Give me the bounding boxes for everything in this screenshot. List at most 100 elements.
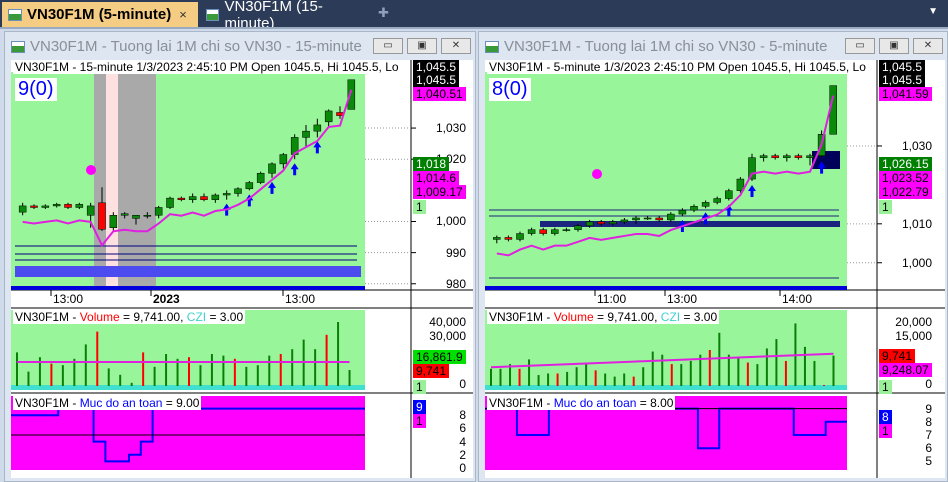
candle	[620, 219, 629, 223]
price-tick-label: 1,030	[435, 121, 466, 136]
price-tag: 1,045.5	[413, 60, 460, 74]
candle	[18, 205, 27, 213]
signal-counter: 9(0)	[15, 78, 57, 101]
price-tag: 1,041.59	[879, 87, 932, 101]
tab-dropdown-icon[interactable]: ▼	[928, 6, 938, 17]
price-tag: 1,023.52	[879, 171, 932, 185]
price-tick-label: 1,000	[435, 214, 466, 229]
document-tab-bar: VN30F1M (5-minute) × VN30F1M (15-minute)…	[0, 0, 948, 32]
chart-header: VN30F1M - 15-minute 1/3/2023 2:45:10 PM …	[13, 60, 409, 74]
close-window-button[interactable]: ✕	[441, 38, 471, 54]
volume-label: Volume	[553, 310, 594, 324]
chart-area: 1,030 1,010 1,000 VN30F1M - 5-minute 1/3/20…	[485, 60, 945, 478]
candle	[574, 225, 582, 230]
session-bar	[11, 286, 365, 290]
candle	[222, 193, 231, 196]
window-title: VN30F1M - Tuong lai 1M chi so VN30 - 5-m…	[485, 38, 827, 55]
safety-title: VN30F1M - Muc do an toan = 8.00	[487, 396, 676, 410]
candle	[527, 229, 536, 234]
candle	[759, 155, 768, 158]
candle	[188, 196, 197, 200]
volume-title: VN30F1M - Volume = 9,741.00, CZI = 3.00	[487, 310, 720, 324]
candle	[667, 213, 675, 221]
tab-5-minute[interactable]: VN30F1M (5-minute) ×	[2, 2, 198, 27]
add-tab-icon[interactable]: ✚	[378, 5, 389, 21]
chart-icon	[485, 40, 499, 53]
candle	[585, 221, 594, 227]
price-tick-label: 980	[445, 276, 466, 291]
candle	[268, 163, 276, 174]
safety-tag: 8	[879, 410, 892, 424]
text: VN30F1M -	[15, 310, 80, 324]
candle	[539, 229, 547, 234]
chart-canvas	[485, 60, 945, 478]
candle	[64, 204, 72, 208]
volume-title: VN30F1M - Volume = 9,741.00, CZI = 3.00	[13, 310, 246, 324]
session-bar	[485, 286, 847, 290]
minimize-button[interactable]: ▭	[373, 38, 403, 54]
safety-tick-label: 0	[459, 461, 466, 475]
text: = 9.00	[162, 396, 200, 410]
price-tick-label: 990	[445, 245, 466, 260]
signal-dot	[86, 165, 96, 175]
candle	[302, 130, 310, 138]
text: = 8.00	[636, 396, 674, 410]
price-tick-label: 1,000	[901, 255, 932, 270]
volume-tag: 1	[879, 380, 892, 394]
volume-tick-label: 40,000	[429, 315, 466, 329]
text: VN30F1M -	[489, 396, 554, 410]
candle	[211, 194, 220, 200]
chart-icon	[206, 8, 220, 21]
candle	[109, 215, 118, 228]
price-tag: 1	[879, 200, 892, 214]
chart-window-5-minute: VN30F1M - Tuong lai 1M chi so VN30 - 5-m…	[478, 31, 948, 482]
candle	[154, 207, 163, 216]
text: VN30F1M -	[489, 310, 554, 324]
candle	[701, 202, 710, 207]
time-label: 14:00	[782, 292, 813, 306]
price-tag: 1,026.15	[879, 157, 932, 171]
candle	[632, 217, 640, 221]
candle	[748, 157, 756, 180]
text: VN30F1M -	[15, 396, 80, 410]
chart-icon	[11, 40, 25, 53]
safety-tag: 1	[879, 424, 892, 438]
safety-label: Muc do an toan	[553, 396, 637, 410]
text: = 9,741.00,	[593, 310, 661, 324]
signal-counter: 8(0)	[489, 78, 531, 101]
time-label: 11:00	[597, 292, 627, 306]
candle	[132, 215, 140, 219]
candle	[86, 205, 95, 216]
candle	[794, 155, 803, 158]
price-tag: 1,009.17	[413, 185, 466, 199]
minimize-button[interactable]: ▭	[845, 38, 875, 54]
candle	[313, 124, 322, 132]
candle	[41, 205, 50, 208]
chart-icon	[8, 8, 22, 21]
time-label: 13:00	[285, 292, 316, 306]
safety-tick-label: 4	[459, 434, 466, 449]
restore-button[interactable]: ▣	[407, 38, 437, 54]
candle	[609, 221, 617, 225]
restore-button[interactable]: ▣	[879, 38, 909, 54]
chart-area: 1,030 1,020 1,000 990 980 VN30F1M - 15-minute…	[11, 60, 473, 478]
chart-window-15-minute: VN30F1M - Tuong lai 1M chi so VN30 - 15-…	[4, 31, 476, 482]
window-controls: ▭ ▣ ✕	[373, 38, 471, 54]
safety-label: Muc do an toan	[79, 396, 163, 410]
close-window-button[interactable]: ✕	[913, 38, 943, 54]
safety-tag: 1	[413, 414, 426, 428]
czi-label: CZI	[660, 310, 681, 324]
time-label: 2023	[153, 292, 180, 306]
resistance-box	[812, 151, 840, 169]
volume-label: Volume	[79, 310, 120, 324]
candle	[516, 233, 524, 240]
candle	[234, 188, 242, 194]
tab-15-minute[interactable]: VN30F1M (15-minute)	[200, 0, 372, 32]
candle	[725, 190, 733, 199]
candle	[783, 155, 791, 158]
safety-tag: 9	[413, 400, 426, 414]
close-tab-icon[interactable]: ×	[179, 7, 187, 22]
window-title: VN30F1M - Tuong lai 1M chi so VN30 - 15-…	[11, 38, 362, 55]
volume-tag: 9,741	[413, 364, 450, 378]
chart-canvas	[11, 60, 473, 478]
